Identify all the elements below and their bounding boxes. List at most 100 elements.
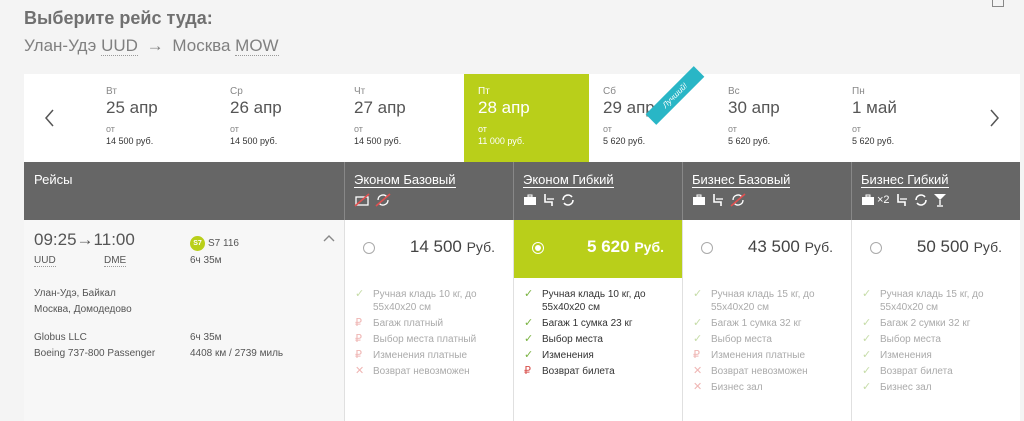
check-icon: ✓ bbox=[862, 349, 872, 361]
fare-header-economy-flex[interactable]: Эконом Гибкий bbox=[513, 162, 682, 220]
baggage-count: ×2 bbox=[877, 194, 890, 206]
no-changes-icon bbox=[730, 193, 746, 207]
fare-currency: Руб. bbox=[634, 239, 664, 255]
flight-duration: 6ч 35м bbox=[190, 255, 222, 266]
date-tab[interactable]: Чт 27 апр от 14 500 руб. bbox=[340, 74, 464, 162]
fare-header-icons bbox=[692, 192, 746, 208]
arrival-airport-code[interactable]: DME bbox=[104, 255, 127, 267]
fare-currency: Руб. bbox=[973, 239, 1002, 255]
departure-airport-code[interactable]: UUD bbox=[34, 255, 56, 267]
date-min-price: 14 500 руб. bbox=[106, 136, 154, 146]
fare-feature: ✓ Ручная кладь 15 кг, до 55х40х20 см bbox=[862, 288, 1020, 314]
date-day-of-week: Чт bbox=[354, 86, 366, 97]
dest-city: Москва bbox=[172, 36, 231, 55]
feature-text: Ручная кладь 10 кг, до 55х40х20 см bbox=[373, 289, 477, 313]
date-tab[interactable]: Вт 25 апр от 14 500 руб. bbox=[92, 74, 216, 162]
fare-cell-economy-basic[interactable]: 14 500 Руб. ✓ Ручная кладь 10 кг, до 55х4… bbox=[344, 220, 513, 421]
check-icon: ✓ bbox=[862, 333, 872, 345]
aircraft-type: Boeing 737-800 Passenger bbox=[34, 348, 156, 359]
check-icon: ✓ bbox=[524, 333, 534, 345]
fare-header-label[interactable]: Эконом Гибкий bbox=[523, 172, 614, 188]
cross-icon: ✕ bbox=[693, 365, 703, 377]
flight-info: 09:25→11:00 UUD DME S7 S7 116 6ч 35м Ула… bbox=[24, 220, 344, 421]
dest-code[interactable]: MOW bbox=[235, 36, 279, 56]
fare-feature: ₽ Выбор места платный bbox=[355, 333, 476, 346]
operator: Globus LLC bbox=[34, 332, 87, 343]
feature-text: Багаж платный bbox=[373, 318, 444, 329]
route: Улан-Удэ UUD → Москва MOW bbox=[24, 36, 279, 56]
seat-icon bbox=[713, 194, 723, 206]
date-day-of-week: Пн bbox=[852, 86, 865, 97]
flights-column-header: Рейсы bbox=[24, 162, 344, 220]
date-bar: Вт 25 апр от 14 500 руб. Ср 26 апр от 14… bbox=[24, 74, 1020, 163]
date-tab[interactable]: Пн 1 май от 5 620 руб. bbox=[838, 74, 962, 162]
feature-text: Ручная кладь 10 кг, до 55х40х20 см bbox=[542, 289, 646, 313]
feature-text: Бизнес зал bbox=[711, 382, 763, 393]
date-tab[interactable]: Ср 26 апр от 14 500 руб. bbox=[216, 74, 340, 162]
date-min-price: 11 000 руб. bbox=[478, 136, 525, 146]
fare-feature: ✓ Багаж 2 сумки 32 кг bbox=[862, 317, 970, 330]
date-from-label: от bbox=[603, 124, 612, 134]
fare-cell-business-flex[interactable]: 50 500 Руб. ✓ Ручная кладь 15 кг, до 55х4… bbox=[851, 220, 1020, 421]
fare-header-business-flex[interactable]: Бизнес Гибкий ×2 bbox=[851, 162, 1020, 220]
fare-feature: ✓ Ручная кладь 15 кг, до 55х40х20 см bbox=[693, 288, 851, 314]
date-from-label: от bbox=[852, 124, 861, 134]
check-icon: ✓ bbox=[693, 317, 703, 329]
check-icon: ✓ bbox=[693, 288, 703, 300]
date-day-of-week: Пт bbox=[478, 86, 490, 97]
fare-feature: ✓ Бизнес зал bbox=[862, 381, 932, 394]
prev-dates-button[interactable] bbox=[38, 104, 62, 132]
flights-header-label: Рейсы bbox=[34, 172, 73, 187]
flight-times: 09:25→11:00 bbox=[34, 230, 135, 250]
ruble-icon: ₽ bbox=[355, 349, 362, 361]
flight-row: 09:25→11:00 UUD DME S7 S7 116 6ч 35м Ула… bbox=[24, 220, 1020, 421]
chevron-right-icon bbox=[990, 109, 999, 127]
fare-feature: ✓ Изменения bbox=[862, 349, 932, 362]
feature-text: Изменения bbox=[542, 350, 594, 361]
fare-radio[interactable] bbox=[532, 242, 544, 254]
fare-radio[interactable] bbox=[870, 242, 882, 254]
fare-header-business-basic[interactable]: Бизнес Базовый bbox=[682, 162, 851, 220]
ruble-icon: ₽ bbox=[355, 317, 362, 329]
fare-cell-economy-flex[interactable]: 5 620 Руб. ✓ Ручная кладь 10 кг, до 55х40… bbox=[513, 220, 682, 421]
date-day-of-week: Вт bbox=[106, 86, 117, 97]
check-icon: ✓ bbox=[862, 365, 872, 377]
fare-header-label[interactable]: Эконом Базовый bbox=[354, 172, 456, 188]
fare-amount: 43 500 bbox=[747, 237, 800, 256]
ruble-icon: ₽ bbox=[524, 365, 531, 377]
date-min-price: 5 620 руб. bbox=[852, 136, 895, 146]
fare-option[interactable]: 14 500 Руб. bbox=[345, 220, 513, 278]
date-from-label: от bbox=[478, 124, 487, 134]
fare-cell-business-basic[interactable]: 43 500 Руб. ✓ Ручная кладь 15 кг, до 55х4… bbox=[682, 220, 851, 421]
fare-option-selected[interactable]: 5 620 Руб. bbox=[514, 220, 682, 278]
date-tab[interactable]: Вс 30 апр от 5 620 руб. bbox=[714, 74, 838, 162]
feature-text: Выбор места bbox=[880, 334, 941, 345]
fare-option[interactable]: 50 500 Руб. bbox=[852, 220, 1020, 278]
date-min-price: 14 500 руб. bbox=[354, 136, 402, 146]
fare-header-label[interactable]: Бизнес Гибкий bbox=[861, 172, 949, 188]
fare-radio[interactable] bbox=[363, 242, 375, 254]
refresh-icon bbox=[562, 194, 574, 206]
airline-logo: S7 bbox=[190, 236, 205, 251]
refresh-icon bbox=[914, 194, 927, 206]
route-arrow: → bbox=[146, 36, 164, 55]
fare-amount: 50 500 bbox=[916, 237, 969, 256]
feature-text: Выбор места bbox=[542, 334, 603, 345]
date-day-of-week: Сб bbox=[603, 86, 616, 97]
ruble-icon: ₽ bbox=[355, 333, 362, 345]
date-tab-active[interactable]: Пт 28 апр от 11 000 руб. bbox=[464, 74, 589, 162]
fare-header-icons bbox=[354, 192, 391, 208]
feature-text: Багаж 2 сумки 32 кг bbox=[880, 318, 971, 329]
date-label: 1 май bbox=[852, 98, 897, 117]
check-icon: ✓ bbox=[862, 317, 872, 329]
fare-feature: ✓ Выбор места bbox=[862, 333, 941, 346]
collapse-flight-button[interactable] bbox=[322, 232, 336, 246]
fare-header-label[interactable]: Бизнес Базовый bbox=[692, 172, 791, 188]
next-dates-button[interactable] bbox=[982, 104, 1006, 132]
fare-header-economy-basic[interactable]: Эконом Базовый bbox=[344, 162, 513, 220]
fare-radio[interactable] bbox=[701, 242, 713, 254]
fare-header-icons bbox=[523, 192, 575, 208]
check-icon: ✓ bbox=[355, 288, 365, 300]
origin-code[interactable]: UUD bbox=[101, 36, 138, 56]
fare-option[interactable]: 43 500 Руб. bbox=[683, 220, 851, 278]
